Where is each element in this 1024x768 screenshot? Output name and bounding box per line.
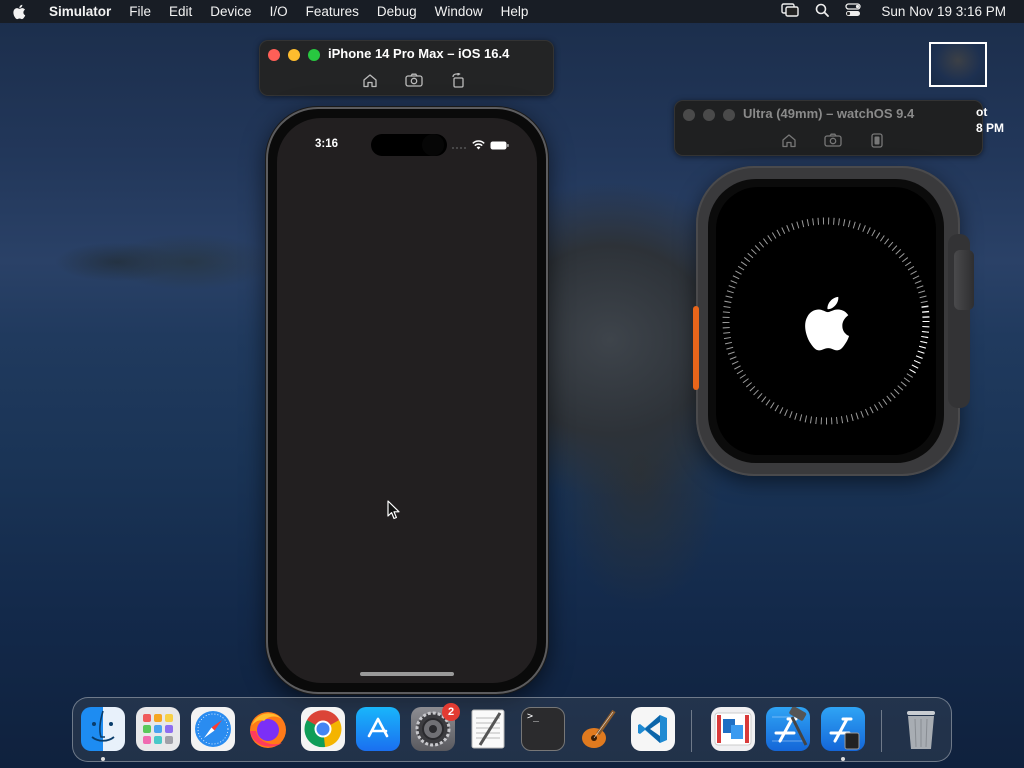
menu-bar: Simulator File Edit Device I/O Features … xyxy=(0,0,1024,23)
action-button[interactable] xyxy=(693,306,699,390)
dock: >_ xyxy=(72,697,952,762)
apple-watch-device xyxy=(693,166,974,476)
front-camera xyxy=(422,134,444,156)
trash-icon[interactable] xyxy=(899,707,943,751)
iphone-simulator-toolbar: iPhone 14 Pro Max – iOS 16.4 xyxy=(259,40,554,96)
textedit-icon[interactable] xyxy=(466,707,510,751)
safari-icon[interactable] xyxy=(191,707,235,751)
home-icon[interactable] xyxy=(359,71,381,89)
battery-icon xyxy=(490,137,509,155)
menu-features[interactable]: Features xyxy=(297,0,368,23)
menu-device[interactable]: Device xyxy=(201,0,260,23)
digital-crown[interactable] xyxy=(954,250,974,310)
apple-menu-icon[interactable] xyxy=(12,0,40,23)
menu-io[interactable]: I/O xyxy=(261,0,297,23)
screen-mirroring-icon[interactable] xyxy=(781,3,800,20)
menu-app-name[interactable]: Simulator xyxy=(40,0,120,23)
xcode-icon[interactable] xyxy=(766,707,810,751)
zoom-button[interactable] xyxy=(723,109,735,121)
watch-simulator-toolbar: Ultra (49mm) – watchOS 9.4 xyxy=(674,100,983,156)
close-button[interactable] xyxy=(268,49,280,61)
watch-window-title: Ultra (49mm) – watchOS 9.4 xyxy=(743,106,915,121)
watch-screen[interactable] xyxy=(716,187,936,455)
simulator-icon[interactable] xyxy=(821,707,865,751)
launchpad-icon[interactable] xyxy=(136,707,180,751)
mouse-cursor-icon xyxy=(387,500,401,525)
screenshot-icon[interactable] xyxy=(403,71,425,89)
screenshot-label-line2: 8 PM xyxy=(976,121,1005,135)
terminal-icon[interactable]: >_ xyxy=(521,707,565,751)
minimize-button[interactable] xyxy=(703,109,715,121)
side-button-icon[interactable] xyxy=(866,131,888,149)
screenshot-label-line1: ot xyxy=(976,105,988,119)
running-indicator xyxy=(841,757,845,761)
iphone-window-title: iPhone 14 Pro Max – iOS 16.4 xyxy=(328,46,510,61)
home-indicator[interactable] xyxy=(360,672,454,676)
vscode-icon[interactable] xyxy=(631,707,675,751)
finder-icon[interactable] xyxy=(81,707,125,751)
menu-window[interactable]: Window xyxy=(426,0,492,23)
dock-separator xyxy=(691,710,692,752)
wifi-icon xyxy=(472,137,485,155)
zoom-button[interactable] xyxy=(308,49,320,61)
screenshot-icon[interactable] xyxy=(822,131,844,149)
screenshot-thumbnail-label: ot 8 PM xyxy=(976,104,1004,136)
iphone-screen[interactable]: 3:16 xyxy=(277,118,537,683)
chrome-icon[interactable] xyxy=(301,707,345,751)
rotate-icon[interactable] xyxy=(447,71,469,89)
watch-bezel xyxy=(708,179,944,463)
apple-logo-icon xyxy=(800,293,852,360)
cellular-signal-icon xyxy=(451,137,467,155)
menu-help[interactable]: Help xyxy=(492,0,538,23)
menu-edit[interactable]: Edit xyxy=(160,0,201,23)
close-button[interactable] xyxy=(683,109,695,121)
screenshot-thumbnail[interactable] xyxy=(929,42,987,87)
menu-bar-clock[interactable]: Sun Nov 19 3:16 PM xyxy=(881,4,1006,19)
garageband-icon[interactable] xyxy=(576,707,620,751)
dock-separator xyxy=(881,710,882,752)
notification-badge: 2 xyxy=(442,703,460,721)
spotlight-search-icon[interactable] xyxy=(815,3,830,20)
control-center-icon[interactable] xyxy=(845,3,862,20)
iphone-status-time: 3:16 xyxy=(315,138,339,150)
running-indicator xyxy=(101,757,105,761)
menu-file[interactable]: File xyxy=(120,0,160,23)
iphone-device: 3:16 xyxy=(266,107,548,694)
screen-sharing-icon[interactable] xyxy=(711,707,755,751)
home-icon[interactable] xyxy=(778,131,800,149)
firefox-icon[interactable] xyxy=(246,707,290,751)
app-store-icon[interactable] xyxy=(356,707,400,751)
terminal-prompt: >_ xyxy=(527,711,540,722)
minimize-button[interactable] xyxy=(288,49,300,61)
menu-debug[interactable]: Debug xyxy=(368,0,426,23)
